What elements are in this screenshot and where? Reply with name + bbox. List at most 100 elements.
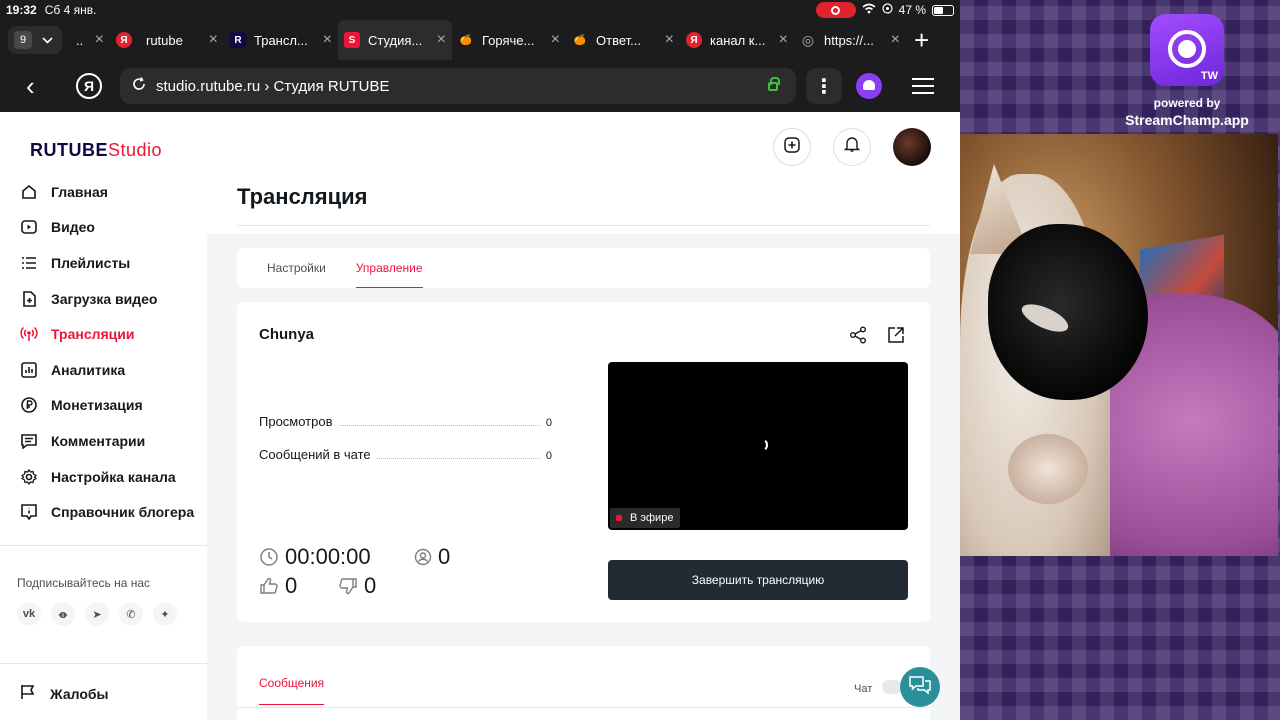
rutube-studio-logo[interactable]: RUTUBEStudio (30, 140, 162, 161)
vk-icon[interactable]: vk (17, 602, 41, 626)
clock-icon (259, 547, 279, 567)
sidebar-item-home[interactable]: Главная (0, 174, 207, 210)
eye (1018, 298, 1072, 338)
sidebar-item-video[interactable]: Видео (0, 210, 207, 246)
browser-tab-2[interactable]: R Трансл... × (224, 20, 338, 60)
sidebar-item-label: Аналитика (51, 361, 126, 378)
reload-icon[interactable] (132, 76, 146, 96)
url-field[interactable]: studio.rutube.ru › Студия RUTUBE (120, 68, 796, 104)
viber-icon[interactable]: ✆ (119, 602, 143, 626)
chat-toggle[interactable] (882, 680, 902, 694)
page-title: Трансляция (237, 184, 368, 209)
sidebar-item-analytics[interactable]: Аналитика (0, 352, 207, 388)
live-badge: В эфире (610, 508, 681, 528)
streamchamp-overlay: TW powered by StreamChamp.app (960, 0, 1280, 720)
social-links: vk ꝋ ➤ ✆ ✦ (17, 602, 177, 626)
support-chat-button[interactable] (900, 667, 940, 707)
gear-icon (20, 468, 38, 486)
studio-page: RUTUBEStudio Главная Видео Плейлисты Заг… (0, 112, 960, 720)
stream-name: Chunya (259, 326, 315, 343)
browser-tab-0[interactable]: .. × (62, 20, 110, 60)
close-icon[interactable]: × (665, 31, 674, 49)
stat-label: Сообщений в чате (259, 447, 371, 462)
screen-recording-indicator[interactable] (815, 2, 856, 18)
sidebar-item-blogger-guide[interactable]: Справочник блогера (0, 494, 207, 530)
tab-switcher-button[interactable]: 9 (8, 26, 62, 54)
close-icon[interactable]: × (779, 31, 788, 49)
external-link-icon[interactable] (887, 326, 905, 349)
sidebar-item-broadcasts[interactable]: Трансляции (0, 316, 207, 352)
finish-broadcast-button[interactable]: Завершить трансляцию (608, 560, 908, 600)
close-icon[interactable]: × (551, 31, 560, 49)
status-date: Сб 4 янв. (44, 3, 97, 17)
tab-title: .. (76, 32, 84, 48)
main-content: Трансляция Настройки Управление Chunya П… (207, 112, 960, 720)
close-icon[interactable]: × (323, 31, 332, 49)
tab-title: Ответ... (596, 32, 641, 48)
more-button[interactable]: ⋮ (806, 68, 842, 104)
back-button[interactable]: ‹ (26, 71, 56, 102)
zen-icon[interactable]: ✦ (153, 602, 177, 626)
live-dot-icon (616, 515, 622, 521)
sidebar-item-label: Настройка канала (51, 468, 176, 485)
sidebar-item-label: Жалобы (50, 685, 109, 702)
sidebar-item-label: Главная (51, 183, 108, 200)
sidebar-item-comments[interactable]: Комментарии (0, 423, 207, 459)
close-icon[interactable]: × (95, 31, 104, 49)
likes-value: 0 (285, 573, 298, 598)
logo-brand: RUTUBE (30, 140, 108, 160)
close-icon[interactable]: × (891, 31, 900, 49)
menu-icon[interactable] (912, 78, 934, 94)
new-tab-button[interactable]: + (914, 27, 929, 53)
tab-settings[interactable]: Настройки (267, 248, 326, 288)
sidebar-item-playlists[interactable]: Плейлисты (0, 245, 207, 281)
close-icon[interactable]: × (209, 31, 218, 49)
status-bar: 19:32 Сб 4 янв. 47 % (0, 0, 960, 20)
telegram-icon[interactable]: ➤ (85, 602, 109, 626)
sidebar-item-upload[interactable]: Загрузка видео (0, 281, 207, 317)
share-icon[interactable] (849, 326, 867, 349)
sidebar-item-label: Загрузка видео (51, 290, 158, 307)
alice-assistant-icon[interactable] (856, 73, 882, 99)
browser-tab-3[interactable]: S Студия... × (338, 20, 452, 60)
add-content-button[interactable] (773, 128, 811, 166)
messages-divider (237, 707, 930, 708)
avatar[interactable] (893, 128, 931, 166)
chevron-down-icon (42, 33, 53, 47)
dislikes-counter: 0 (338, 573, 376, 599)
sidebar-item-label: Плейлисты (51, 254, 131, 271)
thumbs-up-icon (259, 577, 279, 595)
browser-tab-7[interactable]: ◎ https://... × (794, 20, 906, 60)
status-right: 47 % (815, 2, 954, 18)
browser-tab-bar: 9 .. × Я rutube × R Трансл... × S Студия… (0, 20, 960, 60)
rutube-favicon-icon: R (230, 32, 246, 48)
tab-title: https://... (824, 32, 874, 48)
views-stat: Просмотров 0 (259, 414, 552, 429)
browser-tab-5[interactable]: 🍊 Ответ... × (566, 20, 680, 60)
yandex-button[interactable]: Я (76, 73, 102, 99)
lock-icon[interactable] (768, 76, 780, 91)
sidebar-item-complaints[interactable]: Жалобы (20, 684, 108, 703)
close-icon[interactable]: × (437, 31, 446, 49)
tab-management[interactable]: Управление (355, 248, 423, 288)
powered-by-text: powered by (1153, 96, 1221, 110)
ok-icon[interactable]: ꝋ (51, 602, 75, 626)
url-text: studio.rutube.ru › Студия RUTUBE (156, 77, 390, 95)
chat-bubbles-icon (909, 675, 931, 700)
sidebar-nav: Главная Видео Плейлисты Загрузка видео Т… (0, 174, 207, 530)
video-player[interactable]: В эфире (608, 362, 908, 530)
loading-spinner-icon (754, 438, 768, 452)
browser-tab-6[interactable]: Я канал к... × (680, 20, 794, 60)
sidebar-item-channel-settings[interactable]: Настройка канала (0, 459, 207, 495)
status-time: 19:32 (6, 3, 37, 17)
stat-value: 0 (545, 450, 552, 462)
sidebar-item-monetization[interactable]: Монетизация (0, 388, 207, 424)
powered-by-brand: StreamChamp.app (1125, 112, 1249, 128)
camera-lens-icon (1168, 30, 1206, 68)
battery-icon (932, 4, 954, 16)
logo-suffix: Studio (108, 140, 163, 160)
notifications-button[interactable] (833, 128, 871, 166)
tab-messages[interactable]: Сообщения (259, 676, 325, 705)
browser-tab-1[interactable]: Я rutube × (110, 20, 224, 60)
browser-tab-4[interactable]: 🍊 Горяче... × (452, 20, 566, 60)
